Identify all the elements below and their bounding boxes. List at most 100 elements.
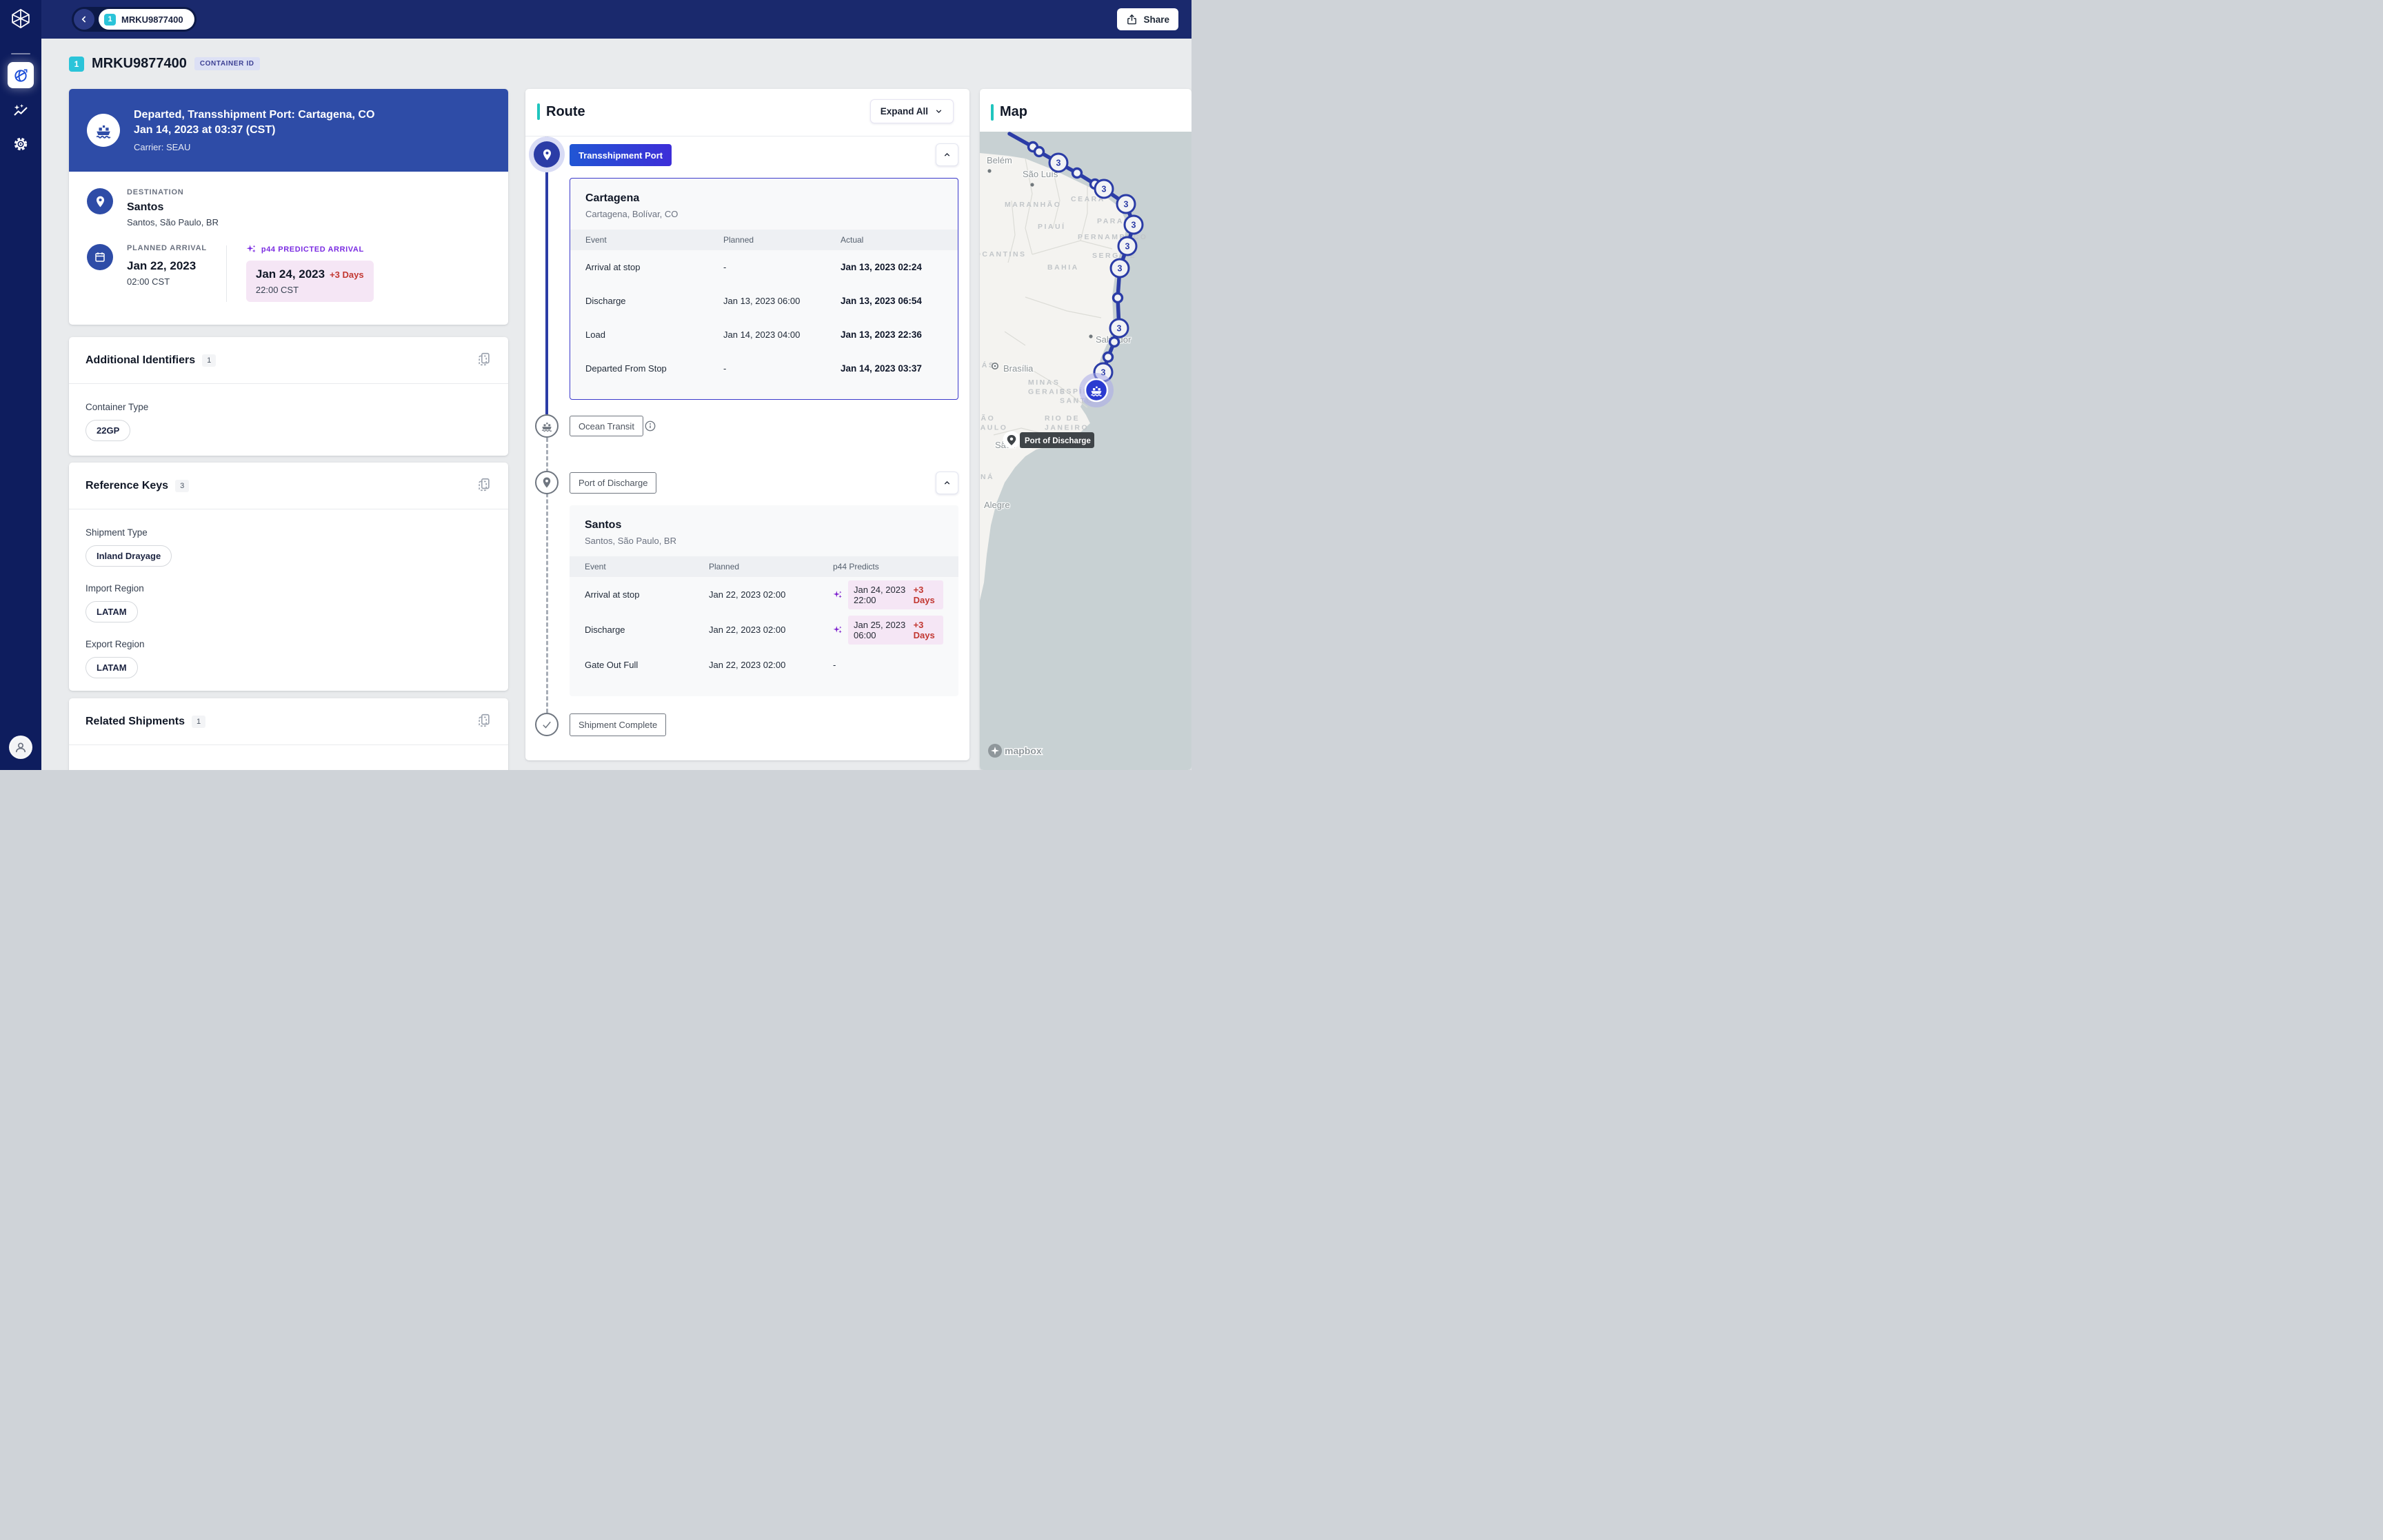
table-cell: Gate Out Full <box>585 660 709 670</box>
shipment-complete-check-icon <box>535 713 559 736</box>
table-cell: Discharge <box>585 296 723 306</box>
map-city-label: Alegre <box>984 500 1010 510</box>
topbar: 1 MRKU9877400 Share <box>41 0 1192 39</box>
reference-keys-title: Reference Keys <box>86 480 168 492</box>
map-waypoint-marker[interactable] <box>1110 338 1119 347</box>
expand-all-label: Expand All <box>881 106 928 116</box>
arrival-divider <box>226 245 227 302</box>
sidebar-item-tracking[interactable] <box>8 62 34 88</box>
destination-row: DESTINATION Santos Santos, São Paulo, BR <box>87 188 490 227</box>
table-header-cell: Planned <box>709 556 833 577</box>
share-button[interactable]: Share <box>1117 8 1178 30</box>
table-row: Arrival at stopJan 22, 2023 02:00Jan 24,… <box>570 577 958 612</box>
map-city-dot <box>1030 183 1034 186</box>
destination-name: Santos <box>127 201 219 214</box>
destination-address: Santos, São Paulo, BR <box>127 217 219 227</box>
predicted-arrival-box: Jan 24, 2023+3 Days 22:00 CST <box>246 261 374 302</box>
sidebar-divider <box>11 53 30 54</box>
shipment-id: MRKU9877400 <box>121 14 183 25</box>
transshipment-port-badge: Transshipment Port <box>570 144 672 166</box>
collapse-discharge-button[interactable] <box>936 472 958 494</box>
copy-icon[interactable] <box>476 713 492 730</box>
planned-arrival-time: 02:00 CST <box>127 276 207 287</box>
map-cluster-count: 3 <box>1102 185 1107 194</box>
table-cell: Jan 13, 2023 02:24 <box>841 262 943 272</box>
map-waypoint-marker[interactable] <box>1035 148 1044 156</box>
sidebar-item-settings[interactable] <box>8 131 34 157</box>
map-tooltip-label: Port of Discharge <box>1025 437 1091 445</box>
field-value-pill: LATAM <box>86 601 138 622</box>
mapbox-logo-text: mapbox <box>1005 745 1042 756</box>
table-cell: Jan 14, 2023 03:37 <box>841 363 943 374</box>
table-header-cell: Event <box>585 556 709 577</box>
planned-arrival-date: Jan 22, 2023 <box>127 259 207 273</box>
stop-location: Cartagena, Bolívar, CO <box>585 209 943 219</box>
info-icon[interactable] <box>644 420 656 432</box>
shipment-pill[interactable]: 1 MRKU9877400 <box>99 9 194 30</box>
back-button[interactable] <box>74 9 94 30</box>
additional-identifiers-count: 1 <box>202 354 216 367</box>
map-cluster-count: 3 <box>1056 159 1061 168</box>
field-value-pill: Inland Drayage <box>86 545 172 567</box>
table-row: DischargeJan 13, 2023 06:00Jan 13, 2023 … <box>570 284 958 318</box>
collapse-transshipment-button[interactable] <box>936 143 958 166</box>
copy-icon[interactable] <box>476 352 492 369</box>
page-header: 1 MRKU9877400 CONTAINER ID <box>69 56 260 72</box>
map-cluster-count: 3 <box>1132 221 1136 230</box>
ship-icon <box>87 114 120 147</box>
map-waypoint-marker[interactable] <box>1114 294 1123 303</box>
expand-all-button[interactable]: Expand All <box>870 99 954 123</box>
table-cell: Jan 22, 2023 02:00 <box>709 625 833 635</box>
table-cell: - <box>833 660 943 670</box>
vessel-marker[interactable] <box>1085 379 1107 401</box>
table-header-cell: Planned <box>723 230 841 250</box>
table-row: LoadJan 14, 2023 04:00Jan 13, 2023 22:36 <box>570 318 958 352</box>
field-value-pill: LATAM <box>86 657 138 678</box>
route-panel: Route Expand All Transshipment Port Cart… <box>525 89 969 760</box>
field-value-pill: 22GP <box>86 420 130 441</box>
map-state-label: BAHIA <box>1047 263 1079 272</box>
status-summary-card: Departed, Transshipment Port: Cartagena,… <box>69 89 508 325</box>
share-icon <box>1126 14 1138 26</box>
table-cell: Load <box>585 330 723 340</box>
map-waypoint-marker[interactable] <box>1073 169 1082 178</box>
predicted-date-chip: Jan 25, 2023 06:00+3 Days <box>848 616 943 645</box>
field: Import Region LATAM <box>86 583 492 622</box>
map-panel: Map MARANHÃOCEARÁPIAUÍPARAÍBAPERNAMBUCOT… <box>980 89 1192 770</box>
map-city-label: Brasília <box>1003 363 1034 374</box>
ocean-transit-ship-icon <box>535 414 559 438</box>
map-state-label: TOCANTINS <box>980 250 1027 259</box>
reference-keys-card: Reference Keys 3 Shipment TypeInland Dra… <box>69 463 508 691</box>
map-cluster-count: 3 <box>1124 200 1129 210</box>
table-cell: Jan 13, 2023 06:00 <box>723 296 841 306</box>
map-waypoint-marker[interactable] <box>1104 353 1113 362</box>
related-shipments-count: 1 <box>192 716 205 728</box>
route-title: Route <box>546 104 585 120</box>
sidebar-item-insights[interactable] <box>8 98 34 124</box>
field-label: Import Region <box>86 583 492 594</box>
table-cell: Jan 24, 2023 22:00+3 Days <box>833 580 943 609</box>
arrival-row: PLANNED ARRIVAL Jan 22, 2023 02:00 CST p… <box>87 244 490 302</box>
ocean-transit-label: Ocean Transit <box>570 416 643 436</box>
tooltip-pin-circle <box>1003 432 1020 449</box>
predicted-arrival-time: 22:00 CST <box>256 285 364 295</box>
container-tracking-page: 1 MRKU9877400 Share 1 MRKU9877400 CONTAI… <box>0 0 1192 770</box>
sidebar <box>0 0 41 770</box>
map-city-dot <box>1089 334 1092 338</box>
gear-icon <box>13 136 28 152</box>
table-row: Departed From Stop-Jan 14, 2023 03:37 <box>570 352 958 385</box>
discharge-stop-card: Santos Santos, São Paulo, BR EventPlanne… <box>570 505 958 696</box>
map-canvas[interactable]: MARANHÃOCEARÁPIAUÍPARAÍBAPERNAMBUCOTOCAN… <box>980 132 1192 770</box>
additional-identifiers-body: Container Type22GP <box>69 384 508 459</box>
mapbox-attribution[interactable]: mapbox <box>988 744 1042 758</box>
p44-sparkle-icon <box>833 625 843 635</box>
map-state-label: MARANHÃO <box>1005 200 1061 209</box>
user-avatar[interactable] <box>9 736 32 759</box>
page-title: MRKU9877400 <box>92 56 187 72</box>
copy-icon[interactable] <box>476 477 492 494</box>
table-header-row: EventPlannedActual <box>570 230 958 250</box>
timeline-solid-line <box>545 136 548 414</box>
map-city-label: Belém <box>987 155 1012 165</box>
app-logo-cube-icon[interactable] <box>10 8 31 29</box>
field: Shipment TypeInland Drayage <box>86 527 492 567</box>
